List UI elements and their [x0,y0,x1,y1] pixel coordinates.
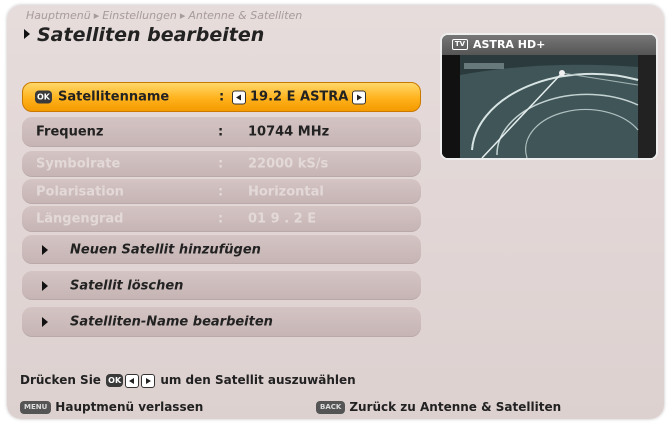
row-colon: : [218,124,224,140]
row-value-wrap: 19.2 E ASTRA [228,90,370,105]
arrow-right-icon[interactable] [352,90,367,104]
action-add-satellite[interactable]: Neuen Satellit hinzufügen [22,235,421,264]
row-value: 01 9 . 2 E [248,211,317,227]
row-polarization: Polarisation : Horizontal [22,179,421,204]
footer-exit-menu[interactable]: MENU Hauptmenü verlassen [20,400,203,414]
title-arrow-icon [24,28,30,39]
hint-line: Drücken Sie OK um den Satellit auszuwähl… [20,373,356,388]
breadcrumb-separator-icon: ▸ [179,9,186,22]
row-frequency[interactable]: Frequenz : 10744 MHz [22,117,421,147]
action-label: Neuen Satellit hinzufügen [70,242,261,257]
row-colon: : [218,184,224,199]
row-colon: : [219,89,225,105]
action-edit-satellite-name[interactable]: Satelliten-Name bearbeiten [22,307,421,337]
breadcrumb-item-main-menu[interactable]: Hauptmenü [26,9,91,22]
row-value: Horizontal [248,184,324,199]
preview-video-image [442,55,656,158]
preview-header: TV ASTRA HD+ [442,35,656,55]
row-label-wrap: OK Satellitenname [35,90,169,105]
ok-key-icon: OK [106,374,124,387]
breadcrumb-item-settings[interactable]: Einstellungen [102,9,177,22]
row-longitude: Längengrad : 01 9 . 2 E [22,206,421,232]
hint-suffix: um den Satellit auszuwählen [160,373,356,387]
page-title-text: Satelliten bearbeiten [37,24,265,46]
footer-back[interactable]: BACK Zurück zu Antenne & Satelliten [316,400,561,414]
action-arrow-icon [42,280,48,291]
row-colon: : [218,211,224,227]
menu-key-icon: MENU [20,401,52,414]
action-delete-satellite[interactable]: Satellit löschen [22,271,421,300]
tv-icon: TV [452,39,468,50]
row-label: Polarisation [36,184,124,199]
row-satellite-name[interactable]: OK Satellitenname : 19.2 E ASTRA [22,82,421,112]
breadcrumb-separator-icon: ▸ [93,9,100,22]
action-label: Satellit löschen [70,278,184,293]
action-arrow-icon [42,317,48,327]
arrow-left-icon[interactable] [232,90,246,104]
arrow-right-icon [141,373,156,388]
arrow-left-icon [125,373,140,388]
row-label: Frequenz [36,124,104,140]
row-value: 19.2 E ASTRA [250,89,349,105]
row-value: 22000 kS/s [248,156,329,172]
row-label: Längengrad [36,211,124,227]
row-label: Symbolrate [36,156,121,172]
breadcrumb-item-antenna[interactable]: Antenne & Satelliten [188,9,302,22]
row-value: 10744 MHz [248,124,330,140]
action-label: Satelliten-Name bearbeiten [70,314,273,330]
row-colon: : [218,156,224,172]
back-key-icon: BACK [316,401,346,414]
breadcrumb: Hauptmenü ▸ Einstellungen ▸ Antenne & Satell… [26,9,302,22]
tv-preview: TV ASTRA HD+ [440,33,658,160]
ok-key-icon: OK [35,90,52,104]
row-symbol-rate: Symbolrate : 22000 kS/s [22,151,421,177]
page-title: Satelliten bearbeiten [24,24,264,46]
hint-prefix: Drücken Sie [20,373,101,387]
footer-left-label: Hauptmenü verlassen [55,400,204,414]
action-arrow-icon [42,244,48,255]
row-label: Satellitenname [58,89,170,105]
preview-channel-name: ASTRA HD+ [473,38,546,51]
footer-right-label: Zurück zu Antenne & Satelliten [349,400,562,414]
